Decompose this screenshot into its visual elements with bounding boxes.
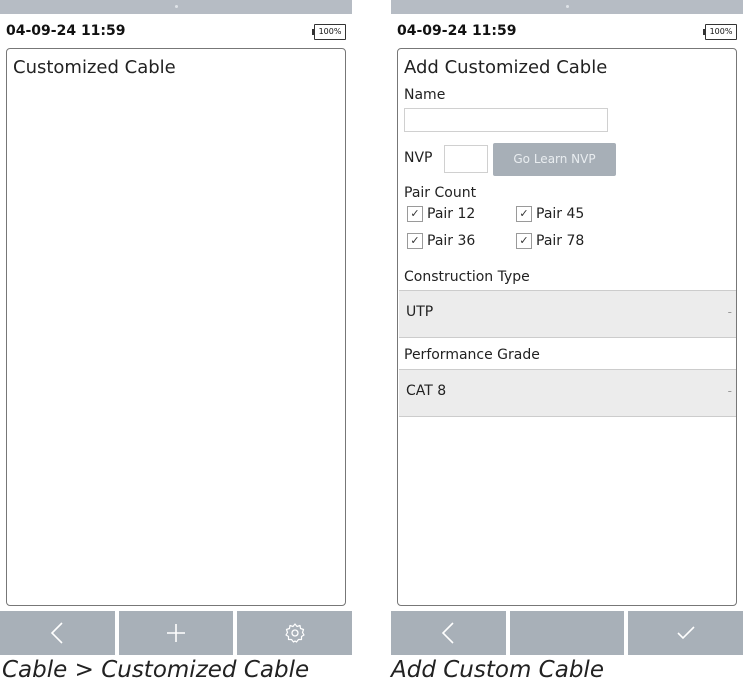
bottom-toolbar <box>391 611 744 655</box>
status-bar: 04-09-24 11:59 100% <box>0 14 352 48</box>
chevron-left-icon <box>442 622 454 644</box>
performance-grade-select[interactable]: CAT 8 - <box>399 369 736 417</box>
performance-grade-value: CAT 8 <box>406 383 447 399</box>
confirm-button[interactable] <box>628 611 744 655</box>
go-learn-nvp-button[interactable]: Go Learn NVP <box>493 143 616 176</box>
plus-icon <box>167 624 185 642</box>
cable-list-panel: Customized Cable <box>6 48 346 606</box>
battery-icon: 100% <box>703 24 737 40</box>
pair-78-checkbox[interactable]: ✓ Pair 78 <box>516 233 584 249</box>
back-button[interactable] <box>0 611 115 655</box>
panel-title: Add Customized Cable <box>404 57 608 78</box>
pair-count-label: Pair Count <box>404 185 477 201</box>
camera-dot <box>566 5 569 8</box>
chevron-down-icon: - <box>727 305 732 319</box>
camera-dot <box>175 5 178 8</box>
construction-type-select[interactable]: UTP - <box>399 290 736 338</box>
construction-type-value: UTP <box>406 304 434 320</box>
top-strip <box>0 0 352 14</box>
pair-label: Pair 78 <box>536 233 585 249</box>
construction-type-label: Construction Type <box>404 269 530 285</box>
pair-label: Pair 36 <box>427 233 476 249</box>
pair-36-checkbox[interactable]: ✓ Pair 36 <box>407 233 475 249</box>
name-input[interactable] <box>404 108 608 132</box>
add-customized-cable-screen: 04-09-24 11:59 100% Add Customized Cable… <box>391 0 744 655</box>
nvp-label: NVP <box>404 150 433 166</box>
pair-45-checkbox[interactable]: ✓ Pair 45 <box>516 206 584 222</box>
battery-icon: 100% <box>312 24 346 40</box>
checkmark-icon <box>677 626 695 640</box>
pair-label: Pair 45 <box>536 206 585 222</box>
pair-label: Pair 12 <box>427 206 476 222</box>
status-datetime: 04-09-24 11:59 <box>397 23 517 39</box>
caption-right: Add Custom Cable <box>391 657 604 683</box>
checkmark-icon: ✓ <box>516 233 532 249</box>
top-strip <box>391 0 743 14</box>
back-button[interactable] <box>391 611 506 655</box>
performance-grade-label: Performance Grade <box>404 347 540 363</box>
bottom-toolbar <box>0 611 353 655</box>
nvp-input[interactable] <box>444 145 488 173</box>
name-label: Name <box>404 87 446 103</box>
pair-12-checkbox[interactable]: ✓ Pair 12 <box>407 206 475 222</box>
add-cable-button[interactable] <box>118 611 234 655</box>
checkmark-icon: ✓ <box>407 206 423 222</box>
caption-left: Cable > Customized Cable <box>2 657 310 683</box>
chevron-down-icon: - <box>727 384 732 398</box>
customized-cable-screen: 04-09-24 11:59 100% Customized Cable <box>0 0 353 655</box>
panel-title: Customized Cable <box>13 57 176 78</box>
gear-icon <box>285 623 305 643</box>
add-cable-form-panel: Add Customized Cable Name NVP Go Learn N… <box>397 48 737 606</box>
status-bar: 04-09-24 11:59 100% <box>391 14 743 48</box>
empty-toolbar-button <box>509 611 625 655</box>
settings-button[interactable] <box>237 611 353 655</box>
checkmark-icon: ✓ <box>407 233 423 249</box>
chevron-left-icon <box>51 622 63 644</box>
checkmark-icon: ✓ <box>516 206 532 222</box>
status-datetime: 04-09-24 11:59 <box>6 23 126 39</box>
